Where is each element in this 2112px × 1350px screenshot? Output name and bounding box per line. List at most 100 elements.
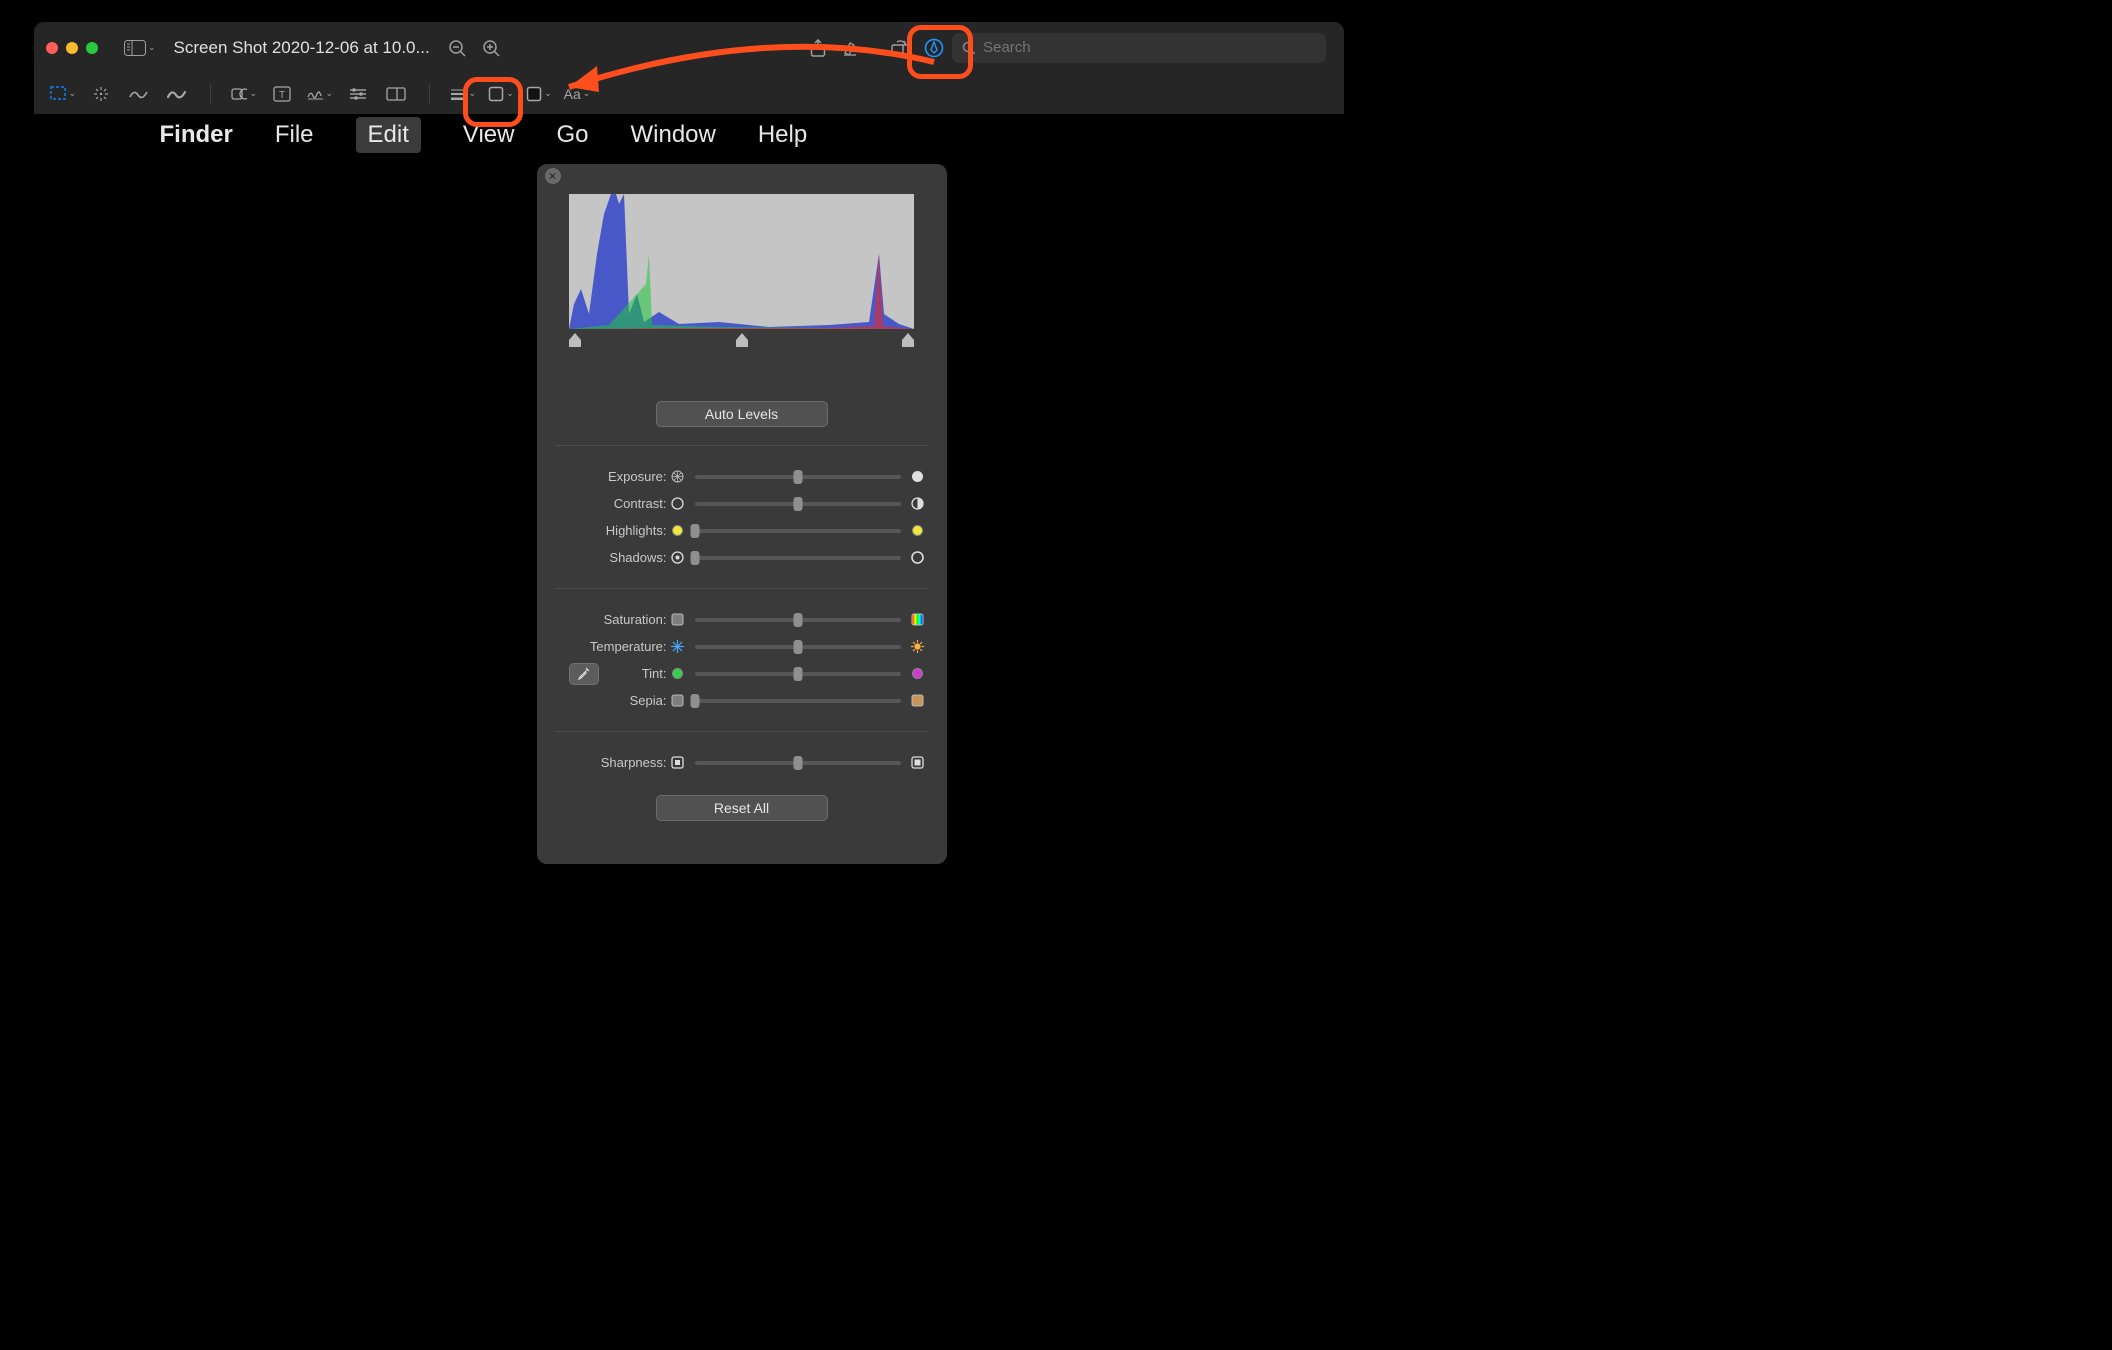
aperture-icon [667,470,689,483]
search-input[interactable] [981,38,1316,57]
sign-button[interactable]: ⌄ [307,87,333,101]
macos-menu-bar: Finder File Edit View Go Window Help [90,114,1289,156]
tint-row: Tint: [555,661,929,686]
dot-circle-icon [667,551,689,564]
saturation-label: Saturation: [555,612,667,627]
separator [555,731,929,732]
menu-item-edit: Edit [356,117,421,153]
separator [210,84,211,104]
adjust-size-button[interactable] [383,87,409,101]
snowflake-blue-icon [667,640,689,653]
circle-outline-icon [667,497,689,510]
draw-tool-button[interactable] [164,87,190,101]
chevron-down-icon: ⌄ [506,88,514,99]
textbox-icon: T [273,86,291,102]
histogram [569,194,914,329]
instant-alpha-button[interactable] [88,86,114,102]
separator [555,445,929,446]
temperature-slider[interactable] [695,645,901,649]
shadows-label: Shadows: [555,550,667,565]
font-style-button[interactable]: Aa⌄ [564,86,590,102]
border-color-button[interactable]: ⌄ [488,86,514,102]
sepia-label: Sepia: [555,693,667,708]
menu-app-name: Finder [160,121,233,149]
eyedropper-button[interactable] [569,663,599,685]
square-blur-icon [667,756,689,769]
markup-pen-icon [924,38,944,58]
minimize-window-button[interactable] [66,42,78,54]
half-circle-icon [907,497,929,510]
rainbow-icon [907,613,929,626]
textbox-button[interactable]: T [269,86,295,102]
close-window-button[interactable] [46,42,58,54]
temperature-row: Temperature: [555,634,929,659]
sharpness-slider[interactable] [695,761,901,765]
window-controls [46,42,98,54]
magic-wand-icon [93,86,109,102]
zoom-out-icon [448,39,466,57]
markup-toolbar: ⌄ ⌄ T ⌄ ⌄ ⌄ [34,73,1344,114]
titlebar: ⌄ Screen Shot 2020-12-06 at 10.0... ⌄ [34,22,1344,73]
sketch-tool-button[interactable] [126,87,152,101]
close-popover-button[interactable]: ✕ [545,168,561,184]
exposure-slider[interactable] [695,475,901,479]
resize-icon [386,87,406,101]
fill-color-button[interactable]: ⌄ [526,86,552,102]
contrast-label: Contrast: [555,496,667,511]
rotate-button[interactable] [882,34,916,62]
black-point-handle[interactable] [569,333,581,347]
adjust-color-popover: ✕ Auto Levels Exposure [537,164,947,864]
reset-all-button[interactable]: Reset All [656,795,828,821]
tint-slider[interactable] [695,672,901,676]
draw-smooth-icon [167,87,187,101]
shadows-slider[interactable] [695,556,901,560]
sharpness-label: Sharpness: [555,755,667,770]
sepia-row: Sepia: [555,688,929,713]
auto-levels-button[interactable]: Auto Levels [656,401,828,427]
sliders-icon [349,87,367,101]
shapes-icon [231,86,247,102]
search-field[interactable] [952,33,1326,63]
mid-point-handle[interactable] [736,333,748,347]
circle-green-icon [667,667,689,680]
preview-app-window: ⌄ Screen Shot 2020-12-06 at 10.0... ⌄ [34,22,1344,868]
ring-icon [907,551,929,564]
highlighter-icon [842,40,864,56]
menu-item-go: Go [556,121,588,149]
share-button[interactable] [802,34,834,62]
shapes-button[interactable]: ⌄ [231,86,257,102]
sidebar-toggle-button[interactable]: ⌄ [116,35,164,61]
levels-handles [569,333,914,347]
window-title: Screen Shot 2020-12-06 at 10.0... [164,38,440,58]
chevron-down-icon: ⌄ [468,88,476,99]
separator [429,84,430,104]
highlight-button[interactable]: ⌄ [834,35,882,61]
zoom-out-button[interactable] [440,34,474,62]
square-gray-icon [667,613,689,626]
saturation-slider[interactable] [695,618,901,622]
menu-item-view: View [463,121,515,149]
menu-item-help: Help [758,121,807,149]
sepia-slider[interactable] [695,699,901,703]
zoom-in-button[interactable] [474,34,508,62]
white-point-handle[interactable] [902,333,914,347]
border-square-icon [488,86,504,102]
markup-toggle-button[interactable] [916,33,952,63]
svg-text:T: T [279,90,285,101]
content-area: Finder File Edit View Go Window Help ✕ [34,114,1344,868]
aperture-filled-icon [907,470,929,483]
shadows-row: Shadows: [555,545,929,570]
zoom-window-button[interactable] [86,42,98,54]
circle-magenta-icon [907,667,929,680]
eyedropper-icon [577,667,590,680]
square-sepia-icon [907,694,929,707]
selection-rect-icon [50,86,66,102]
separator [555,588,929,589]
search-icon [962,41,975,55]
line-style-button[interactable]: ⌄ [450,88,476,100]
highlights-slider[interactable] [695,529,901,533]
adjust-color-button[interactable] [345,87,371,101]
selection-tool-button[interactable]: ⌄ [50,86,76,102]
exposure-row: Exposure: [555,464,929,489]
contrast-slider[interactable] [695,502,901,506]
